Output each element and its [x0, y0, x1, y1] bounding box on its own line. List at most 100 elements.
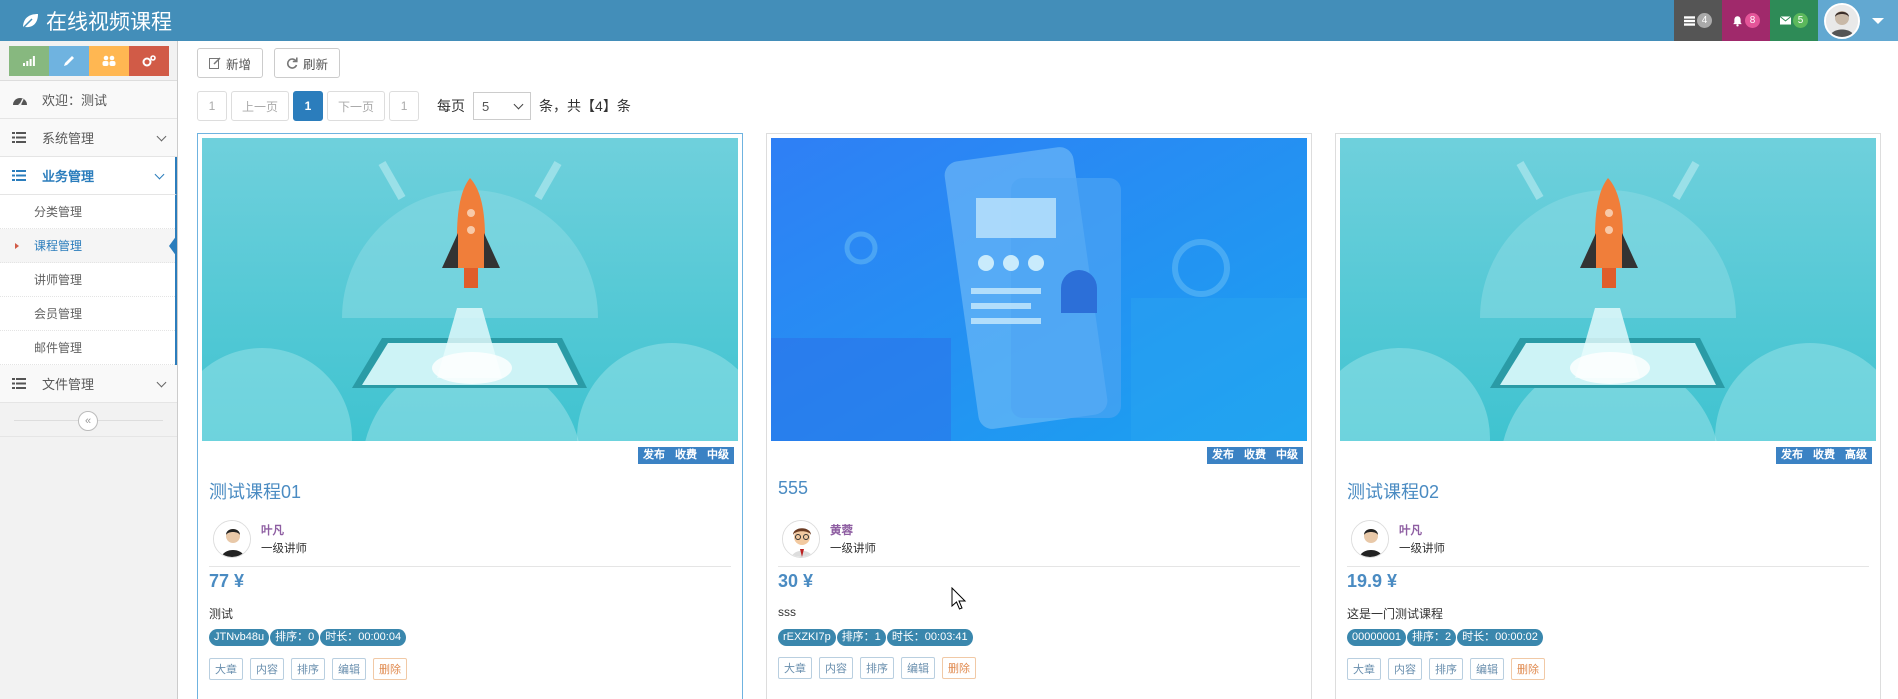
status-badge: 发布: [638, 447, 670, 464]
edit-icon: [209, 57, 221, 69]
user-menu[interactable]: [1818, 0, 1898, 41]
course-tags: 发布 收费 中级: [1207, 447, 1303, 464]
course-summary: 测试: [209, 607, 234, 621]
sidebar-item-category[interactable]: 分类管理: [0, 195, 175, 229]
content-button[interactable]: 内容: [250, 658, 284, 680]
sidebar-item-member[interactable]: 会员管理: [0, 297, 175, 331]
charge-badge: 收费: [1239, 447, 1271, 464]
chapter-button[interactable]: 大章: [209, 658, 243, 680]
chevron-down-icon: [156, 131, 167, 142]
edit-button[interactable]: 编辑: [332, 658, 366, 680]
chevron-down-icon: [1872, 17, 1884, 24]
sidebar-item-label: 系统管理: [42, 131, 95, 146]
course-meta: JTNvb48u 排序：0 时长：00:00:04: [209, 629, 408, 646]
chapter-button[interactable]: 大章: [1347, 658, 1381, 680]
app-brand[interactable]: 在线视频课程: [20, 0, 172, 41]
main-content: 新增 刷新 1 上一页 1 下一页 1 每页 5 条，共【4】条 发布 收费 中…: [178, 41, 1898, 699]
messages-button[interactable]: 5: [1770, 0, 1818, 41]
course-thumbnail[interactable]: [202, 138, 738, 441]
tasks-icon: [1684, 15, 1695, 26]
refresh-button[interactable]: 刷新: [274, 48, 341, 78]
duration-badge: 时长：00:00:04: [320, 629, 408, 646]
sidebar-item-teacher[interactable]: 讲师管理: [0, 263, 175, 297]
per-page-label: 每页: [437, 98, 466, 114]
charge-badge: 收费: [1808, 447, 1840, 464]
course-title[interactable]: 测试课程02: [1347, 478, 1439, 504]
sort-button[interactable]: 排序: [860, 657, 894, 679]
sort-button[interactable]: 排序: [291, 658, 325, 680]
add-button[interactable]: 新增: [197, 48, 264, 78]
tasks-button[interactable]: 4: [1674, 0, 1722, 41]
sidebar-item-email[interactable]: 邮件管理: [0, 331, 175, 365]
notifications-button[interactable]: 8: [1722, 0, 1770, 41]
edit-button[interactable]: 编辑: [901, 657, 935, 679]
course-price: 30 ¥: [778, 571, 814, 591]
last-page-button[interactable]: 1: [389, 91, 420, 121]
divider: [1347, 566, 1869, 567]
status-badge: 发布: [1776, 447, 1808, 464]
course-tags: 发布 收费 中级: [638, 447, 734, 464]
chevron-down-icon: [513, 99, 524, 109]
first-page-button[interactable]: 1: [197, 91, 227, 121]
leaf-icon: [21, 13, 38, 30]
shortcut-users-button[interactable]: [88, 45, 129, 76]
dashboard-icon: [12, 93, 30, 107]
shortcut-stats-button[interactable]: [8, 45, 49, 76]
content-button[interactable]: 内容: [1388, 658, 1422, 680]
course-card[interactable]: 发布 收费 高级 测试课程02 叶凡 一级讲师 19.9 ¥ 这是一门测试课程 …: [1335, 133, 1881, 699]
page-size-select[interactable]: 5: [473, 92, 532, 120]
teacher-name: 叶凡: [261, 525, 284, 537]
course-summary: sss: [778, 605, 796, 619]
teacher-info: 黄蓉 一级讲师: [782, 520, 876, 558]
teacher-avatar: [1351, 520, 1389, 558]
course-card[interactable]: 发布 收费 中级 555 黄蓉 一级讲师 30 ¥ sss rEXZKI7p 排…: [766, 133, 1312, 699]
sidebar-item-label: 会员管理: [34, 307, 83, 321]
delete-button[interactable]: 删除: [373, 658, 407, 680]
status-badge: 发布: [1207, 447, 1239, 464]
teacher-name: 叶凡: [1399, 525, 1422, 537]
edit-button[interactable]: 编辑: [1470, 658, 1504, 680]
next-page-button[interactable]: 下一页: [327, 91, 386, 121]
course-tags: 发布 收费 高级: [1776, 447, 1872, 464]
pencil-icon: [63, 55, 74, 66]
list-icon: [12, 131, 30, 145]
current-page-button[interactable]: 1: [293, 91, 324, 121]
content-button[interactable]: 内容: [819, 657, 853, 679]
notifications-badge: 8: [1745, 13, 1760, 28]
sort-button[interactable]: 排序: [1429, 658, 1463, 680]
sidebar-item-file[interactable]: 文件管理: [0, 365, 177, 403]
sidebar-item-welcome[interactable]: 欢迎：测试: [0, 81, 177, 119]
course-actions: 大章 内容 排序 编辑 删除: [1347, 658, 1545, 680]
course-thumbnail[interactable]: [1340, 138, 1876, 441]
course-card[interactable]: 发布 收费 中级 测试课程01 叶凡 一级讲师 77 ¥ 测试 JTNvb48u…: [197, 133, 743, 699]
collapse-sidebar-button[interactable]: «: [78, 411, 98, 431]
sidebar-item-course[interactable]: 课程管理: [0, 229, 177, 263]
teacher-info: 叶凡 一级讲师: [1351, 520, 1445, 558]
course-thumbnail[interactable]: [771, 138, 1307, 441]
refresh-icon: [287, 57, 298, 69]
sidebar-item-system[interactable]: 系统管理: [0, 119, 177, 157]
shortcut-edit-button[interactable]: [48, 45, 89, 76]
business-submenu: 分类管理 课程管理 讲师管理 会员管理 邮件管理: [0, 195, 177, 365]
duration-badge: 时长：00:03:41: [886, 629, 974, 646]
delete-button[interactable]: 删除: [942, 657, 976, 679]
shortcut-settings-button[interactable]: [128, 45, 169, 76]
sidebar-item-label: 邮件管理: [34, 341, 83, 355]
level-badge: 中级: [1271, 447, 1303, 464]
chapter-button[interactable]: 大章: [778, 657, 812, 679]
cogs-icon: [142, 54, 156, 66]
chevron-down-icon: [154, 169, 165, 180]
sidebar: 欢迎：测试 系统管理 业务管理 分类管理 课程管理 讲师管理 会员管理 邮件管理…: [0, 41, 178, 699]
user-avatar: [1824, 2, 1860, 39]
course-title[interactable]: 测试课程01: [209, 478, 301, 504]
sidebar-item-business[interactable]: 业务管理: [0, 157, 177, 195]
pagination: 1 上一页 1 下一页 1 每页 5 条，共【4】条: [197, 91, 631, 121]
delete-button[interactable]: 删除: [1511, 658, 1545, 680]
prev-page-button[interactable]: 上一页: [231, 91, 290, 121]
sidebar-collapse: «: [0, 403, 177, 437]
course-price: 77 ¥: [209, 571, 245, 591]
course-title[interactable]: 555: [778, 478, 808, 499]
teacher-info: 叶凡 一级讲师: [213, 520, 307, 558]
list-icon: [12, 377, 30, 391]
charge-badge: 收费: [670, 447, 702, 464]
